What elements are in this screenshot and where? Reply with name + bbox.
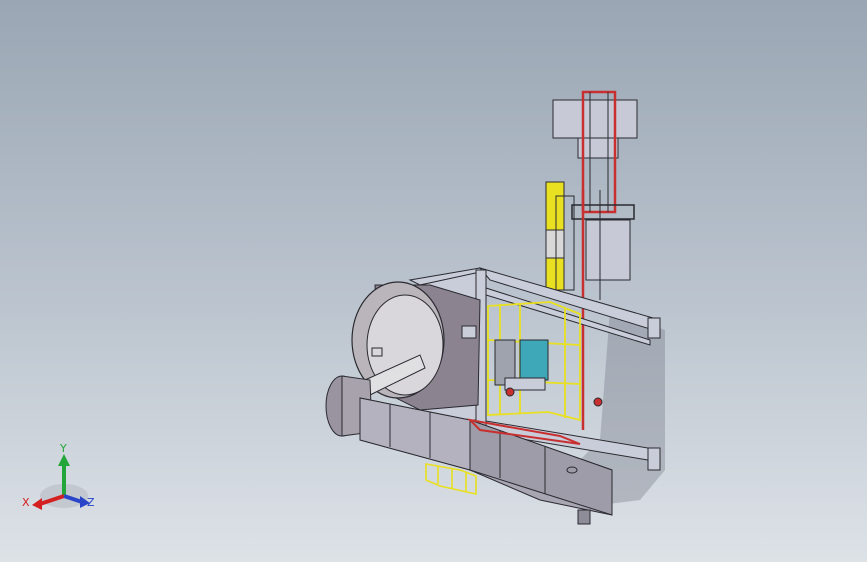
z-axis-label: Z — [87, 496, 95, 509]
control-panel[interactable] — [519, 339, 549, 381]
x-axis-label: X — [22, 496, 30, 509]
coordinate-triad: Y X Z — [22, 442, 95, 510]
yellow-guard-column[interactable] — [545, 181, 575, 291]
drum-assembly[interactable] — [351, 281, 481, 411]
cad-assembly-model[interactable] — [0, 0, 867, 562]
x-axis-head — [32, 498, 42, 510]
y-axis-label: Y — [59, 442, 67, 455]
y-axis-head — [58, 454, 70, 466]
graphics-viewport[interactable]: Y X Z — [0, 0, 867, 562]
